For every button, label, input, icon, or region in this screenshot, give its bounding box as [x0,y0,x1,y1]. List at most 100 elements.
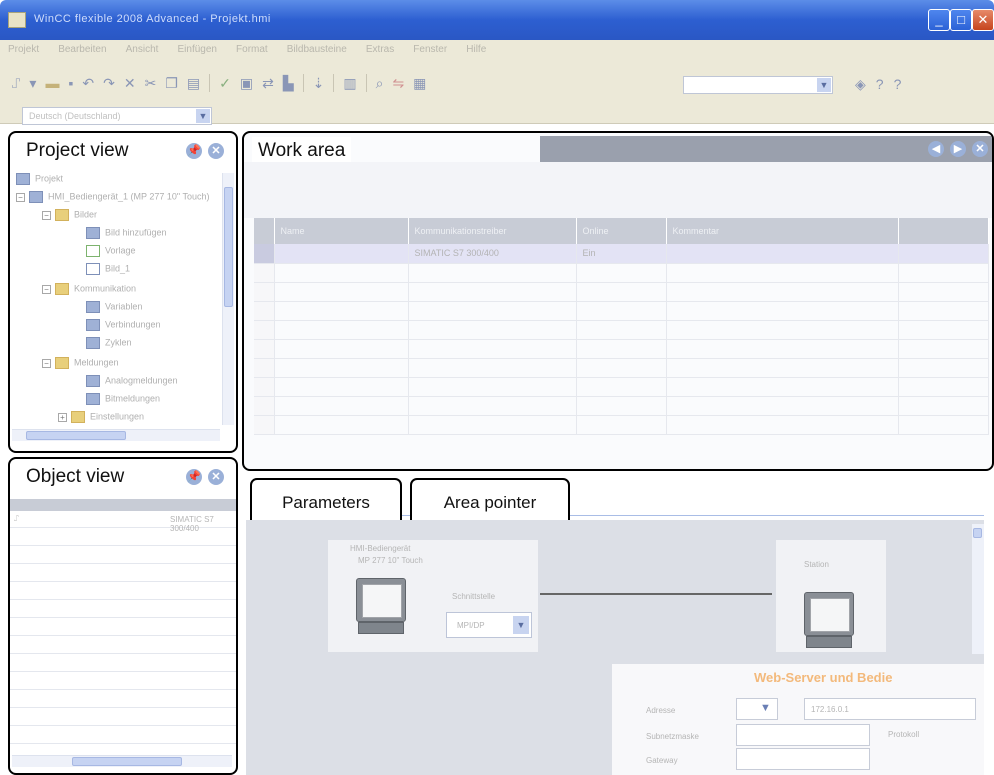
zoom-icon[interactable]: ▥ [343,75,356,92]
menu-bearbeiten[interactable]: Bearbeiten [58,44,106,55]
help-icon[interactable]: ▦ [413,75,426,92]
title-bar: WinCC flexible 2008 Advanced - Projekt.h… [0,0,994,40]
cell-comment[interactable] [666,244,899,264]
minimize-button[interactable]: _ [928,9,950,31]
tree-item[interactable]: Analogmeldungen [86,375,178,387]
chevron-down-icon[interactable]: ▼ [760,702,771,714]
close-button[interactable]: ✕ [972,9,994,31]
tree-item[interactable]: − Kommunikation [42,283,136,295]
project-tree-vscrollbar[interactable] [222,173,234,425]
tree-item[interactable]: + Einstellungen [58,411,144,423]
tree-item[interactable]: − Bilder [42,209,97,221]
object-view-header [10,499,236,511]
cell-name[interactable] [274,244,409,264]
close-icon[interactable]: ✕ [208,469,224,485]
chevron-right-icon[interactable]: ▶ [950,141,966,157]
interface-select[interactable]: MPI/DP ▼ [446,612,532,638]
subnet-mask-field[interactable] [736,724,870,746]
project-tree-hscrollbar[interactable] [12,429,220,441]
sort-icon[interactable]: ⇣ [313,75,325,92]
hmi-monitor-icon [356,578,406,636]
compile-icon[interactable]: ▣ [240,75,253,92]
menu-fenster[interactable]: Fenster [413,44,447,55]
menu-projekt[interactable]: Projekt [8,44,39,55]
runtime-icon[interactable]: ▙ [283,75,294,92]
tree-item[interactable]: Projekt [16,173,63,185]
work-area-toolbar [244,162,992,218]
object-view-hscrollbar[interactable] [12,755,232,767]
app-icon [8,12,26,28]
chevron-down-icon[interactable]: ▼ [513,616,529,634]
tree-item[interactable]: Bild_1 [86,263,130,275]
column-header[interactable]: Kommunikationstreiber [408,218,577,244]
info-icon[interactable]: ◈ [855,76,866,93]
tree-item[interactable]: Vorlage [86,245,136,257]
menu-ansicht[interactable]: Ansicht [126,44,159,55]
undo-icon[interactable]: ↶ [82,75,94,92]
save-icon[interactable]: ▪ [68,75,73,91]
row-marker[interactable] [254,244,275,264]
web-server-panel: Web-Server und Bedie Adresse ▼ 172.16.0.… [612,664,984,775]
tree-item[interactable]: − Meldungen [42,357,119,369]
scroll-thumb[interactable] [72,757,182,766]
connection-icon[interactable]: ⑀ [12,75,20,91]
station-monitor-icon [804,592,854,650]
window-title: WinCC flexible 2008 Advanced - Projekt.h… [34,13,271,25]
language-combo[interactable]: Deutsch (Deutschland) ▼ [22,107,212,125]
address-field[interactable]: 172.16.0.1 [804,698,976,720]
scroll-thumb[interactable] [26,431,126,440]
tree-item[interactable]: − HMI_Bediengerät_1 (MP 277 10" Touch) [16,191,209,203]
find-icon[interactable]: ⌕ [376,75,384,92]
close-icon[interactable]: ✕ [208,143,224,159]
close-icon[interactable]: ✕ [972,141,988,157]
gateway-field[interactable] [736,748,870,770]
menu-bar: Projekt Bearbeiten Ansicht Einfügen Form… [0,40,994,60]
list-item[interactable]: ⑀ SIMATIC S7 300/400 [10,511,236,533]
tree-item[interactable]: Bild hinzufügen [86,227,167,239]
tree-item[interactable]: Zyklen [86,337,132,349]
transfer-icon[interactable]: ⇄ [262,75,274,92]
project-view-panel: Project view 📌 ✕ Projekt − HMI_Bediengerä… [8,131,238,453]
menu-extras[interactable]: Extras [366,44,394,55]
object-view-callout: Object view [20,463,131,491]
chevron-left-icon[interactable]: ◀ [928,141,944,157]
station-card: Station [776,540,886,652]
column-header[interactable]: Kommentar [666,218,899,244]
pin-icon[interactable]: 📌 [186,143,202,159]
help-icon[interactable]: ? [876,76,884,93]
menu-einfuegen[interactable]: Einfügen [177,44,216,55]
maximize-button[interactable]: □ [950,9,972,31]
delete-icon[interactable]: ✕ [124,75,136,92]
column-header[interactable]: Online [576,218,667,244]
chevron-down-icon[interactable]: ▼ [817,78,831,92]
table-row[interactable]: SIMATIC S7 300/400 Ein [254,244,989,264]
column-header[interactable]: Name [274,218,409,244]
pin-icon[interactable]: 📌 [186,469,202,485]
open-icon[interactable]: ▬ [45,75,59,91]
tree-item[interactable]: Verbindungen [86,319,161,331]
cell-online[interactable]: Ein [576,244,667,264]
menu-format[interactable]: Format [236,44,268,55]
menu-hilfe[interactable]: Hilfe [466,44,486,55]
connection-icon: ⑀ [14,514,19,523]
project-view-callout: Project view [20,137,135,165]
paste-icon[interactable]: ▤ [187,75,200,92]
check-icon[interactable]: ✓ [219,75,231,92]
object-view-panel: Object view 📌 ✕ ⑀ SIMATIC S7 300/400 [8,457,238,775]
scroll-thumb[interactable] [224,187,233,307]
redo-icon[interactable]: ↷ [103,75,115,92]
address-type-select[interactable] [736,698,778,720]
replace-icon[interactable]: ⇋ [392,75,404,92]
tree-item[interactable]: Variablen [86,301,142,313]
font-combo[interactable]: ▼ [683,76,833,94]
cut-icon[interactable]: ✂ [145,75,157,92]
copy-icon[interactable]: ❐ [165,75,178,92]
tree-item[interactable]: Bitmeldungen [86,393,160,405]
properties-vscrollbar[interactable] [972,524,984,654]
context-help-icon[interactable]: ? [894,76,902,93]
chevron-down-icon[interactable]: ▼ [196,109,210,123]
menu-bildbausteine[interactable]: Bildbausteine [287,44,347,55]
new-icon[interactable]: ▾ [29,75,36,92]
cell-driver[interactable]: SIMATIC S7 300/400 [408,244,577,264]
scroll-thumb[interactable] [973,528,982,538]
